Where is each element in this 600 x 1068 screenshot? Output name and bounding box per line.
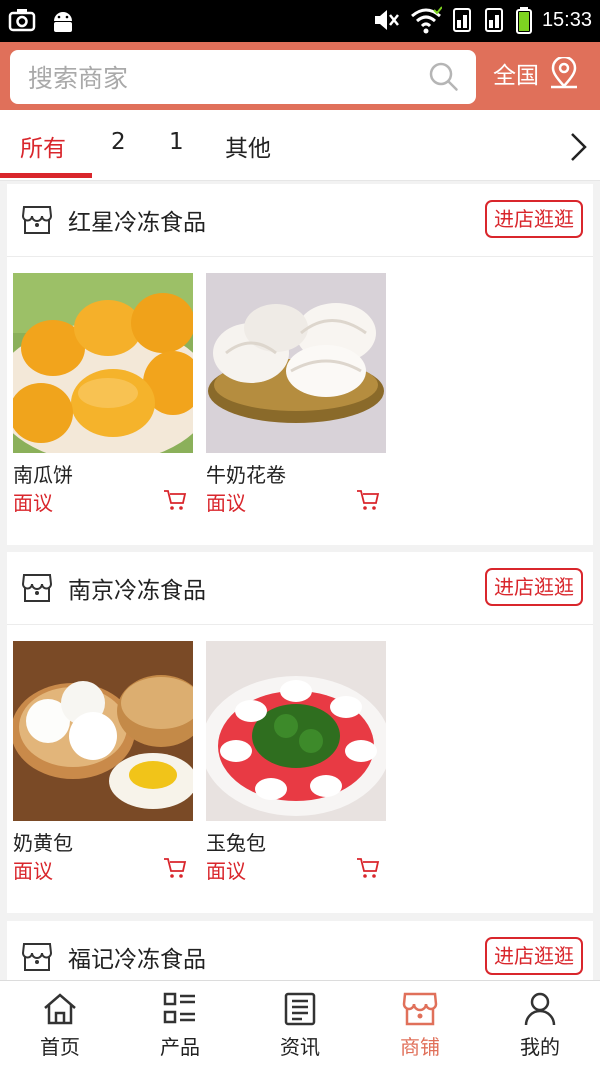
nav-me[interactable]: 我的 <box>480 981 600 1068</box>
nav-label: 首页 <box>40 1035 80 1059</box>
cart-icon[interactable] <box>356 857 380 879</box>
battery-icon <box>515 7 532 34</box>
shop-card: 福记冷冻食品 进店逛逛 <box>7 921 593 980</box>
product-card[interactable]: 牛奶花卷 面议 <box>206 273 386 516</box>
store-icon <box>21 206 53 234</box>
nav-products[interactable]: 产品 <box>120 981 240 1068</box>
product-image-custard-bun[interactable] <box>13 641 193 821</box>
shop-header[interactable]: 红星冷冻食品 进店逛逛 <box>7 184 593 257</box>
search-icon[interactable] <box>428 61 460 93</box>
product-name: 南瓜饼 <box>13 463 73 487</box>
store-icon <box>21 574 53 602</box>
nav-home[interactable]: 首页 <box>0 981 120 1068</box>
shop-card: 红星冷冻食品 进店逛逛 南瓜饼 面议 牛奶花卷 面议 <box>7 184 593 545</box>
category-tabs: 所有 2 1 其他 <box>0 110 600 181</box>
product-list-icon <box>163 992 195 1024</box>
shop-header[interactable]: 福记冷冻食品 进店逛逛 <box>7 921 593 980</box>
screenshot-icon <box>8 9 36 32</box>
product-grid: 奶黄包 面议 玉兔包 面议 <box>7 625 593 913</box>
region-selector[interactable]: 全国 <box>493 56 579 90</box>
store-icon <box>21 943 53 971</box>
store-icon <box>402 992 438 1026</box>
visit-store-button[interactable]: 进店逛逛 <box>485 937 583 975</box>
android-icon <box>54 12 72 32</box>
signal-1-icon <box>452 8 471 32</box>
product-image-pumpkin-cake[interactable] <box>13 273 193 453</box>
search-input[interactable] <box>26 60 410 96</box>
visit-store-button[interactable]: 进店逛逛 <box>485 568 583 606</box>
location-pin-icon <box>551 57 577 89</box>
active-tab-indicator <box>0 173 92 178</box>
product-card[interactable]: 玉兔包 面议 <box>206 641 386 884</box>
nav-news[interactable]: 资讯 <box>240 981 360 1068</box>
shop-name: 福记冷冻食品 <box>68 947 206 973</box>
chevron-right-icon[interactable] <box>568 132 588 162</box>
news-icon <box>284 992 316 1026</box>
nav-label: 商铺 <box>400 1035 440 1059</box>
mute-icon <box>374 10 399 30</box>
shop-name: 南京冷冻食品 <box>68 578 206 604</box>
shop-card: 南京冷冻食品 进店逛逛 奶黄包 面议 玉兔包 面议 <box>7 552 593 913</box>
product-grid: 南瓜饼 面议 牛奶花卷 面议 <box>7 257 593 545</box>
cart-icon[interactable] <box>163 857 187 879</box>
wifi-icon <box>410 6 442 34</box>
tab-1[interactable]: 1 <box>169 129 184 155</box>
visit-store-button[interactable]: 进店逛逛 <box>485 200 583 238</box>
header-bar: 全国 <box>0 42 600 110</box>
search-box[interactable] <box>10 50 476 104</box>
cart-icon[interactable] <box>356 489 380 511</box>
bottom-navigation: 首页 产品 资讯 商铺 我的 <box>0 980 600 1068</box>
shop-list: 红星冷冻食品 进店逛逛 南瓜饼 面议 牛奶花卷 面议 南京冷冻食品 进店逛逛 奶… <box>0 181 600 980</box>
nav-label: 产品 <box>160 1035 200 1059</box>
product-name: 牛奶花卷 <box>206 463 286 487</box>
shop-header[interactable]: 南京冷冻食品 进店逛逛 <box>7 552 593 625</box>
signal-2-icon <box>484 8 503 32</box>
nav-label: 资讯 <box>280 1035 320 1059</box>
tab-other[interactable]: 其他 <box>225 129 271 163</box>
cart-icon[interactable] <box>163 489 187 511</box>
product-name: 玉兔包 <box>206 831 266 855</box>
product-name: 奶黄包 <box>13 831 73 855</box>
product-card[interactable]: 奶黄包 面议 <box>13 641 193 884</box>
shop-name: 红星冷冻食品 <box>68 210 206 236</box>
nav-label: 我的 <box>520 1035 560 1059</box>
product-image-milk-roll[interactable] <box>206 273 386 453</box>
product-image-rabbit-bun[interactable] <box>206 641 386 821</box>
status-bar: 15:33 <box>0 0 600 42</box>
nav-stores[interactable]: 商铺 <box>360 981 480 1068</box>
tab-all[interactable]: 所有 <box>20 129 66 163</box>
tab-2[interactable]: 2 <box>111 129 126 155</box>
clock: 15:33 <box>541 8 592 31</box>
user-icon <box>524 992 556 1026</box>
region-label: 全国 <box>493 63 539 89</box>
home-icon <box>44 993 76 1025</box>
product-card[interactable]: 南瓜饼 面议 <box>13 273 193 516</box>
